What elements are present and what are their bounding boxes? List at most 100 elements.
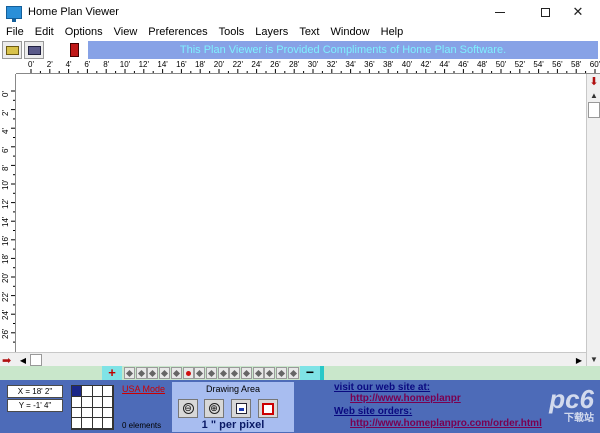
ruler-label: 60'	[589, 60, 600, 69]
grid-cell[interactable]	[82, 407, 93, 419]
grid-cell[interactable]	[102, 386, 113, 397]
zoom-out-button[interactable]: ⊖	[178, 399, 198, 418]
grid-cell[interactable]	[82, 396, 93, 408]
menu-edit[interactable]: Edit	[29, 26, 59, 38]
zoom-in-button[interactable]: ⊕	[204, 399, 224, 418]
ruler-label: 4'	[65, 60, 72, 69]
layer-button[interactable]	[241, 367, 252, 379]
minimize-button[interactable]	[478, 0, 522, 24]
layer-button[interactable]	[159, 367, 171, 379]
grid-cell[interactable]	[92, 407, 103, 419]
drawing-area-title: Drawing Area	[205, 384, 261, 394]
grid-cell[interactable]	[92, 396, 103, 408]
layer-button[interactable]	[170, 367, 182, 379]
layer-button[interactable]	[229, 367, 241, 379]
ruler-label: 0'	[1, 91, 10, 97]
ruler-label: 8'	[103, 60, 110, 69]
horizontal-scroll-thumb[interactable]	[30, 354, 42, 366]
grid-cell[interactable]	[102, 418, 113, 429]
usa-mode-link[interactable]: USA Mode	[122, 384, 165, 394]
menu-help[interactable]: Help	[375, 26, 409, 38]
layer-button[interactable]	[135, 367, 147, 379]
layer-dot-icon	[125, 369, 134, 377]
print-button[interactable]	[24, 41, 44, 59]
zoom-full-button[interactable]	[258, 399, 278, 418]
layer-button[interactable]	[287, 367, 299, 379]
grid-cell[interactable]	[102, 407, 113, 419]
layer-button[interactable]	[205, 367, 217, 379]
ruler-label: 54'	[533, 60, 544, 69]
zoom-fit-button[interactable]	[231, 399, 251, 418]
grid-cell[interactable]	[82, 418, 93, 429]
y-coordinate: Y = -1' 4"	[7, 399, 63, 412]
orders-link[interactable]: http://www.homeplanpro.com/order.html	[350, 418, 542, 429]
zoom-fit-icon	[235, 403, 247, 414]
scroll-right-button[interactable]: ▶	[572, 353, 586, 367]
grid-cell[interactable]	[72, 418, 83, 429]
element-count: 0 elements	[122, 421, 162, 430]
layer-button[interactable]	[276, 367, 288, 379]
layer-button[interactable]	[194, 367, 206, 379]
grid-cell[interactable]	[72, 407, 83, 419]
sponsor-banner: This Plan Viewer is Provided Compliments…	[88, 41, 598, 59]
layer-button[interactable]	[217, 367, 229, 379]
menu-window[interactable]: Window	[325, 26, 375, 38]
snap-grid-selector[interactable]	[71, 385, 114, 430]
vertical-scroll-thumb[interactable]	[588, 102, 600, 118]
scroll-left-button[interactable]: ◀	[16, 353, 30, 367]
grid-cell[interactable]	[72, 396, 83, 408]
zoom-full-icon	[262, 402, 274, 415]
layer-button[interactable]	[124, 367, 135, 379]
layer-button-active[interactable]	[182, 367, 194, 379]
print-icon	[27, 45, 41, 55]
exit-button[interactable]	[64, 41, 84, 59]
menu-text[interactable]: Text	[293, 26, 324, 38]
app-icon	[6, 5, 22, 22]
ruler-label: 40'	[401, 60, 413, 69]
layer-button[interactable]	[147, 367, 159, 379]
menu-preferences[interactable]: Preferences	[142, 26, 212, 38]
drawing-canvas[interactable]	[16, 74, 586, 352]
grid-cell[interactable]	[92, 418, 103, 429]
grid-cell[interactable]	[82, 386, 93, 397]
grid-cell[interactable]	[72, 386, 83, 397]
menu-view[interactable]: View	[108, 26, 143, 38]
website-link[interactable]: http://www.homeplanpr	[350, 393, 461, 404]
layer-dot-icon	[219, 369, 227, 377]
drawing-area-panel: Drawing Area ⊖ ⊕ 1 " per pixel	[172, 382, 294, 432]
add-layer-button[interactable]: +	[102, 366, 122, 380]
menu-file[interactable]: File	[0, 26, 29, 38]
ruler-label: 14'	[157, 60, 168, 69]
window-title: Home Plan Viewer	[28, 6, 119, 18]
layer-button[interactable]	[252, 367, 264, 379]
layer-button[interactable]	[264, 367, 276, 379]
menu-options[interactable]: Options	[59, 26, 108, 38]
scroll-up-button[interactable]: ▲	[587, 88, 600, 102]
vertical-ruler: 0' 2' 4' 6' 8' 10' 12' 14' 16' 18' 20' 22' 24' 26'	[0, 74, 16, 352]
ruler-label: 58'	[570, 60, 582, 69]
vertical-scrollbar[interactable]: ⬇ ▲ ▼	[586, 74, 600, 366]
menu-layers[interactable]: Layers	[249, 26, 293, 38]
layer-dot-icon	[172, 369, 180, 377]
layer-dot-icon	[231, 369, 239, 377]
zoom-out-icon: ⊖	[182, 403, 194, 414]
menu-bar: File Edit Options View Preferences Tools…	[0, 24, 600, 40]
status-panel: X = 18' 2" Y = -1' 4" USA Mode 0 element…	[0, 380, 600, 433]
horizontal-ruler: 0' 2' 4' 6' 8' 10' 12' 14' 16' 18' 20' 22' 24' 26' 28'…	[16, 60, 600, 74]
grid-cell[interactable]	[102, 396, 113, 408]
grid-cell[interactable]	[92, 386, 103, 397]
ruler-label: 12'	[1, 198, 10, 209]
ruler-label: 52'	[514, 60, 526, 69]
scroll-marker-down-icon: ⬇	[587, 74, 600, 88]
close-button[interactable]: ✕	[556, 0, 600, 24]
ruler-label: 48'	[476, 60, 488, 69]
scroll-down-button[interactable]: ▼	[587, 352, 600, 366]
minimize-icon	[495, 11, 505, 13]
ruler-label: 2'	[1, 109, 10, 116]
remove-layer-button[interactable]: −	[300, 365, 320, 380]
menu-tools[interactable]: Tools	[213, 26, 250, 38]
title-bar: Home Plan Viewer ✕	[0, 0, 600, 24]
horizontal-scrollbar[interactable]: ➡ ◀ ▶	[0, 352, 586, 367]
ruler-label: 20'	[213, 60, 225, 69]
open-button[interactable]	[2, 41, 22, 59]
